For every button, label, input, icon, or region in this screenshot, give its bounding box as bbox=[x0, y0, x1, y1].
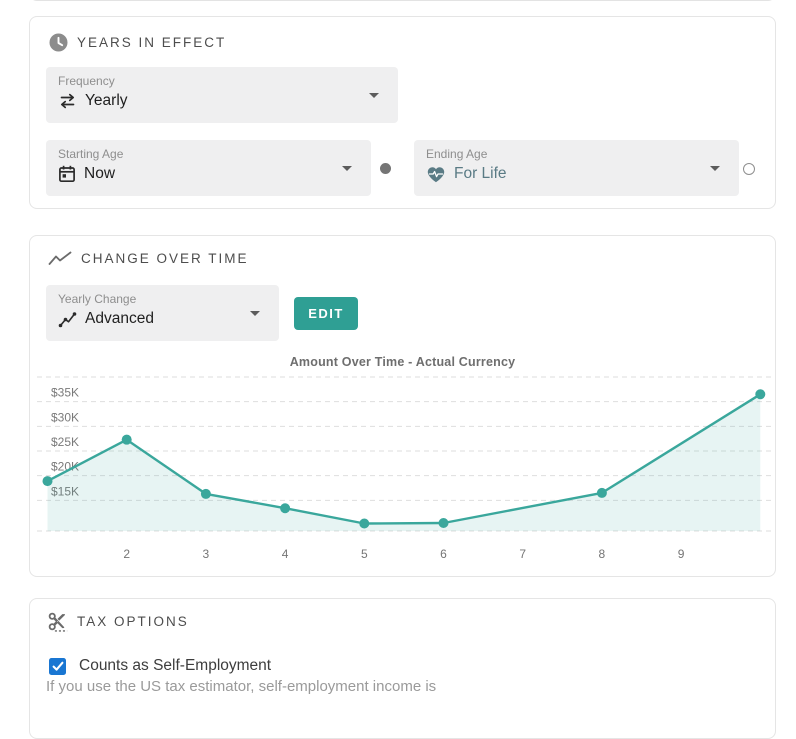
previous-card-bottom-edge bbox=[29, 0, 776, 1]
svg-text:5: 5 bbox=[361, 547, 368, 561]
svg-text:6: 6 bbox=[440, 547, 447, 561]
change-over-time-card: CHANGE OVER TIME Yearly Change Advanced … bbox=[29, 235, 776, 577]
section-title: TAX OPTIONS bbox=[77, 614, 189, 629]
tax-options-header: TAX OPTIONS bbox=[47, 611, 189, 632]
svg-text:$25K: $25K bbox=[51, 435, 79, 449]
tax-options-card: TAX OPTIONS Counts as Self-Employment If… bbox=[29, 598, 776, 739]
scissors-cut-icon bbox=[47, 611, 68, 632]
trend-line-icon bbox=[48, 251, 72, 266]
svg-text:3: 3 bbox=[203, 547, 210, 561]
timeline-end-ring[interactable] bbox=[743, 163, 755, 175]
self-employment-label: Counts as Self-Employment bbox=[79, 657, 271, 675]
tax-options-description: If you use the US tax estimator, self-em… bbox=[46, 678, 756, 695]
starting-age-label: Starting Age bbox=[58, 147, 123, 161]
svg-text:8: 8 bbox=[599, 547, 606, 561]
chart-title: Amount Over Time - Actual Currency bbox=[30, 355, 775, 369]
svg-text:9: 9 bbox=[678, 547, 685, 561]
section-title: YEARS IN EFFECT bbox=[77, 35, 226, 50]
years-in-effect-header: YEARS IN EFFECT bbox=[49, 33, 226, 52]
mini-line-chart-icon bbox=[58, 311, 77, 328]
checkmark-icon bbox=[52, 661, 64, 672]
svg-text:$35K: $35K bbox=[51, 386, 79, 400]
frequency-label: Frequency bbox=[58, 74, 115, 88]
svg-text:$30K: $30K bbox=[51, 410, 79, 424]
caret-down-icon bbox=[342, 166, 352, 171]
edit-button[interactable]: EDIT bbox=[294, 297, 358, 330]
yearly-change-label: Yearly Change bbox=[58, 292, 136, 306]
section-title: CHANGE OVER TIME bbox=[81, 251, 249, 266]
change-over-time-header: CHANGE OVER TIME bbox=[48, 251, 249, 266]
ending-age-value: For Life bbox=[454, 165, 507, 183]
starting-age-value: Now bbox=[84, 165, 115, 183]
heart-pulse-icon bbox=[426, 166, 446, 183]
starting-age-select[interactable]: Starting Age Now bbox=[46, 140, 371, 196]
ending-age-select[interactable]: Ending Age For Life bbox=[414, 140, 739, 196]
yearly-change-select[interactable]: Yearly Change Advanced bbox=[46, 285, 279, 341]
self-employment-checkbox[interactable] bbox=[49, 658, 66, 675]
ending-age-label: Ending Age bbox=[426, 147, 487, 161]
caret-down-icon bbox=[710, 166, 720, 171]
repeat-arrows-icon bbox=[58, 93, 77, 109]
caret-down-icon bbox=[250, 311, 260, 316]
frequency-value: Yearly bbox=[85, 92, 128, 110]
yearly-change-value: Advanced bbox=[85, 310, 154, 328]
self-employment-row: Counts as Self-Employment bbox=[49, 657, 271, 675]
svg-text:7: 7 bbox=[519, 547, 526, 561]
clock-icon bbox=[49, 33, 68, 52]
frequency-select[interactable]: Frequency Yearly bbox=[46, 67, 398, 123]
svg-text:2: 2 bbox=[123, 547, 130, 561]
years-in-effect-card: YEARS IN EFFECT Frequency Yearly Startin… bbox=[29, 16, 776, 209]
caret-down-icon bbox=[369, 93, 379, 98]
calendar-icon bbox=[58, 165, 76, 183]
timeline-start-dot[interactable] bbox=[380, 163, 391, 174]
svg-text:4: 4 bbox=[282, 547, 289, 561]
amount-over-time-chart: $35K$30K$25K$20K$15K23456789 bbox=[31, 373, 779, 573]
